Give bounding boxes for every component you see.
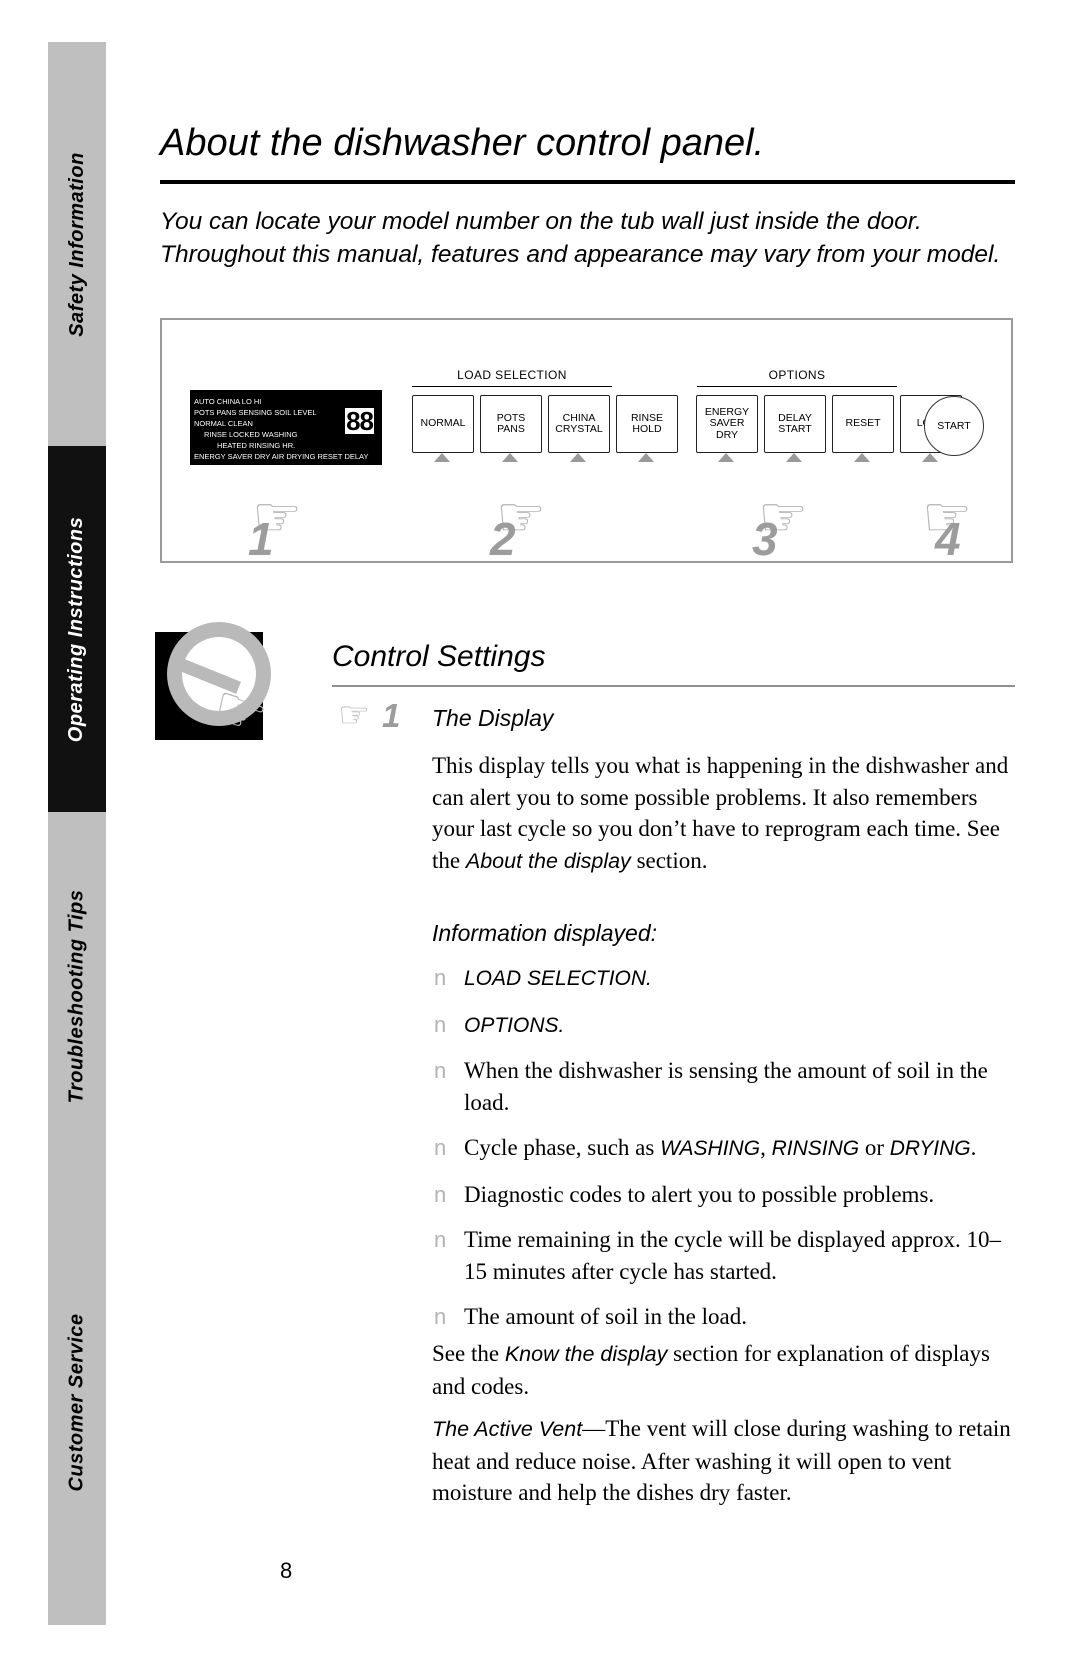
- page-number: 8: [280, 1558, 293, 1583]
- section-divider: [332, 685, 1015, 687]
- bullet-marker-icon: n: [434, 1304, 447, 1329]
- list-item: n OPTIONS.: [432, 1009, 1022, 1042]
- control-knob-illustration: ☞: [155, 622, 285, 757]
- paragraph-emphasis-about-the-display: About the display: [465, 848, 631, 873]
- paragraph-prefix: See the: [432, 1341, 505, 1366]
- display-row-2: POTS PANS SENSING SOIL LEVEL: [194, 408, 317, 417]
- indicator-triangle-delay-start: [786, 453, 802, 462]
- display-row-6: ENERGY SAVER DRY AIR DRYING RESET DELAY: [194, 452, 369, 461]
- page-content: About the dishwasher control panel. You …: [155, 0, 1050, 1669]
- group-rule-options: [697, 386, 897, 387]
- list-item-prefix: Cycle phase, such as: [464, 1135, 661, 1160]
- list-item-label: LOAD SELECTION.: [464, 967, 652, 990]
- display-window: AUTO CHINA LO HI POTS PANS SENSING SOIL …: [190, 390, 382, 465]
- title-divider: [160, 180, 1015, 184]
- paragraph-text-part2: section.: [630, 847, 708, 873]
- bullet-marker-icon: n: [434, 1181, 447, 1207]
- seven-segment-digits: 88: [345, 406, 374, 436]
- bullet-marker-icon: n: [434, 1135, 447, 1160]
- sidebar-item-label: Operating Instructions: [65, 516, 88, 742]
- bullet-marker-icon: n: [434, 1227, 447, 1252]
- sidebar-item-operating-instructions[interactable]: Operating Instructions: [48, 446, 106, 812]
- list-item-label: OPTIONS.: [464, 1013, 565, 1037]
- display-row-5: HEATED RINSING HR.: [217, 441, 296, 450]
- indicator-triangle-normal: [434, 453, 450, 462]
- list-item: n Cycle phase, such as WASHING, RINSING …: [432, 1132, 1022, 1165]
- paragraph-active-vent: The Active Vent—The vent will close duri…: [432, 1413, 1017, 1509]
- button-reset[interactable]: RESET: [832, 395, 894, 453]
- button-normal[interactable]: NORMAL: [412, 395, 474, 453]
- list-item: n Diagnostic codes to alert you to possi…: [432, 1179, 1022, 1211]
- group-label-load-selection: LOAD SELECTION: [457, 368, 567, 382]
- sidebar-item-safety-information[interactable]: Safety Information: [48, 42, 106, 446]
- indicator-triangle-energy-saver-dry: [718, 453, 734, 462]
- intro-paragraph: You can locate your model number on the …: [160, 205, 1020, 271]
- button-energy-saver-dry[interactable]: ENERGY SAVER DRY: [696, 395, 758, 453]
- button-delay-start[interactable]: DELAY START: [764, 395, 826, 453]
- list-item: n The amount of soil in the load.: [432, 1301, 1022, 1333]
- paragraph-emphasis-active-vent: The Active Vent: [432, 1417, 583, 1441]
- section-heading-control-settings: Control Settings: [332, 640, 546, 673]
- callout-number-3: 3: [752, 513, 778, 565]
- page-title: About the dishwasher control panel.: [160, 122, 765, 164]
- group-label-options: OPTIONS: [768, 368, 826, 382]
- display-row-3: NORMAL CLEAN: [194, 419, 253, 428]
- paragraph-know-the-display: See the Know the display section for exp…: [432, 1338, 1017, 1402]
- display-row-1: AUTO CHINA LO HI: [194, 397, 262, 406]
- step-title-the-display: The Display: [432, 705, 554, 731]
- paragraph-display-description: This display tells you what is happening…: [432, 750, 1017, 877]
- list-item-emphasis-drying: DRYING: [889, 1137, 971, 1160]
- callout-number-4: 4: [935, 513, 961, 565]
- bullet-list-information-displayed: n LOAD SELECTION. n OPTIONS. n When the …: [432, 962, 1022, 1347]
- list-item-separator-1: ,: [760, 1135, 772, 1160]
- intro-line-1: You can locate your model number on the …: [160, 208, 922, 235]
- sidebar-tab-strip: Safety Information Operating Instruction…: [48, 42, 106, 1625]
- button-pots-pans[interactable]: POTS PANS: [480, 395, 542, 453]
- sidebar-item-label: Customer Service: [65, 1313, 88, 1492]
- indicator-triangle-lock: [922, 453, 938, 462]
- intro-line-2: Throughout this manual, features and app…: [160, 241, 1001, 268]
- step-number-1: 1: [382, 697, 401, 734]
- indicator-triangle-pots-pans: [502, 453, 518, 462]
- list-item-label: When the dishwasher is sensing the amoun…: [464, 1058, 988, 1115]
- list-item-emphasis-rinsing: RINSING: [771, 1137, 860, 1160]
- list-item-label: Time remaining in the cycle will be disp…: [464, 1227, 1001, 1284]
- pointing-hand-icon-step-1: ☞: [338, 695, 371, 735]
- sidebar-item-label: Safety Information: [65, 151, 88, 337]
- button-china-crystal[interactable]: CHINA CRYSTAL: [548, 395, 610, 453]
- list-item-emphasis-washing: WASHING: [660, 1137, 761, 1160]
- list-item-suffix: .: [970, 1135, 977, 1160]
- sidebar-item-label: Troubleshooting Tips: [65, 889, 88, 1103]
- indicator-triangle-reset: [854, 453, 870, 462]
- list-item-separator-2: or: [859, 1135, 890, 1160]
- list-item-label: Diagnostic codes to alert you to possibl…: [464, 1181, 935, 1207]
- bullet-marker-icon: n: [434, 965, 447, 990]
- bullet-marker-icon: n: [434, 1011, 447, 1037]
- subheading-information-displayed: Information displayed:: [432, 920, 658, 946]
- button-rinse-hold[interactable]: RINSE HOLD: [616, 395, 678, 453]
- list-item-label: The amount of soil in the load.: [464, 1304, 747, 1329]
- list-item: n When the dishwasher is sensing the amo…: [432, 1055, 1022, 1118]
- callout-number-2: 2: [490, 513, 516, 565]
- paragraph-emphasis-know-the-display: Know the display: [504, 1342, 668, 1366]
- sidebar-item-customer-service[interactable]: Customer Service: [48, 1180, 106, 1625]
- list-item: n Time remaining in the cycle will be di…: [432, 1224, 1022, 1287]
- list-item: n LOAD SELECTION.: [432, 962, 1022, 995]
- bullet-marker-icon: n: [434, 1058, 447, 1083]
- indicator-triangle-china-crystal: [570, 453, 586, 462]
- button-start[interactable]: START: [924, 396, 984, 456]
- group-rule-load-selection: [412, 386, 612, 387]
- indicator-triangle-rinse-hold: [638, 453, 654, 462]
- callout-number-1: 1: [248, 513, 274, 565]
- sidebar-item-troubleshooting-tips[interactable]: Troubleshooting Tips: [48, 812, 106, 1180]
- display-row-4: RINSE LOCKED WASHING: [204, 430, 298, 439]
